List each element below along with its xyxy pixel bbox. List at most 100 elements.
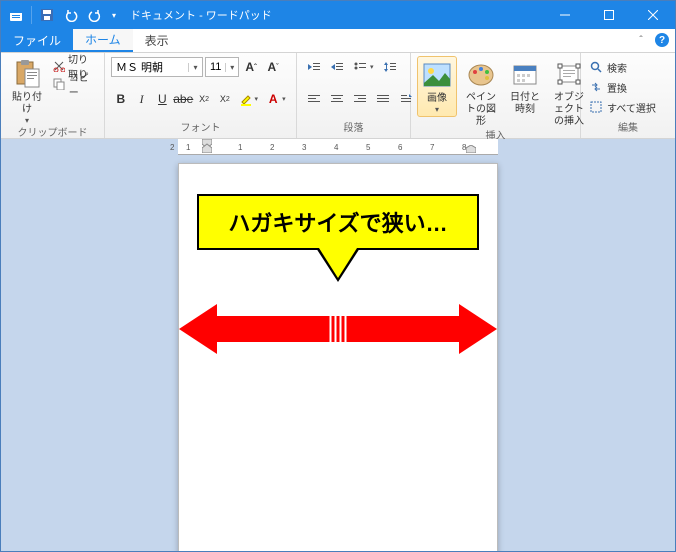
title-bar: ▾ ドキュメント - ワードパッド: [1, 1, 675, 29]
redo-icon[interactable]: [84, 4, 106, 26]
ruler-number: 2: [170, 143, 174, 152]
select-all-icon: [589, 100, 603, 114]
paste-label: 貼り付け: [11, 92, 43, 116]
double-arrow-shape[interactable]: [179, 304, 497, 354]
align-center-button[interactable]: [326, 89, 348, 109]
paragraph-group: ▾ 段落: [297, 53, 411, 138]
right-indent-marker-icon[interactable]: [466, 145, 476, 153]
font-group-label: フォント: [111, 122, 290, 138]
cut-icon: [53, 59, 65, 73]
indent-marker-icon[interactable]: [202, 139, 212, 153]
window-title: ドキュメント - ワードパッド: [130, 7, 543, 23]
insert-image-button[interactable]: 画像 ▾: [417, 56, 457, 117]
ruler-scale: 1 2 1 2 3 4 5 6 7 8: [178, 139, 498, 154]
ribbon-minimize-icon[interactable]: ˆ: [631, 29, 651, 52]
clipboard-group: 貼り付け ▾ 切り取り コピー クリップボード: [1, 53, 105, 138]
document-workspace: 1 2 1 2 3 4 5 6 7 8 ハガキサイズで狭い…: [1, 139, 675, 551]
insert-image-label: 画像: [427, 93, 447, 105]
ruler-number: 3: [302, 143, 306, 152]
quick-access-toolbar: ▾: [1, 4, 124, 26]
line-spacing-button[interactable]: [379, 57, 401, 77]
select-all-button[interactable]: すべて選択: [587, 98, 658, 116]
ruler-number: 7: [430, 143, 434, 152]
ruler-number: 2: [270, 143, 274, 152]
subscript-button[interactable]: X2: [194, 89, 214, 109]
font-size-combo[interactable]: 11 ▾: [205, 57, 239, 77]
paragraph-group-label: 段落: [303, 122, 404, 138]
callout-shape[interactable]: ハガキサイズで狭い…: [197, 194, 479, 250]
title-separator: -: [199, 10, 206, 22]
find-button[interactable]: 検索: [587, 58, 658, 76]
dropdown-icon: ▾: [188, 63, 202, 72]
calendar-icon: [509, 58, 541, 90]
paint-drawing-label: ペイントの図形: [465, 92, 497, 128]
horizontal-ruler[interactable]: 1 2 1 2 3 4 5 6 7 8: [178, 139, 498, 155]
replace-button[interactable]: 置換: [587, 78, 658, 96]
view-tab[interactable]: 表示: [133, 29, 181, 52]
paint-drawing-button[interactable]: ペイントの図形: [461, 56, 501, 130]
font-color-button[interactable]: A: [263, 89, 283, 109]
minimize-button[interactable]: [543, 1, 587, 29]
close-button[interactable]: [631, 1, 675, 29]
save-icon[interactable]: [36, 4, 58, 26]
qat-separator: [31, 6, 32, 24]
align-right-button[interactable]: [349, 89, 371, 109]
font-name-combo[interactable]: ＭＳ 明朝 ▾: [111, 57, 203, 77]
align-justify-button[interactable]: [372, 89, 394, 109]
superscript-button[interactable]: X2: [215, 89, 235, 109]
tabs-spacer: [181, 29, 631, 52]
italic-button[interactable]: I: [132, 89, 152, 109]
file-tab[interactable]: ファイル: [1, 29, 73, 52]
underline-button[interactable]: U: [153, 89, 173, 109]
font-size-value: 11: [206, 61, 225, 73]
datetime-label: 日付と時刻: [509, 92, 541, 116]
copy-icon: [53, 77, 66, 91]
editing-group-label: 編集: [587, 122, 669, 138]
shrink-font-button[interactable]: Aˇ: [263, 57, 283, 77]
find-label: 検索: [607, 60, 627, 75]
ribbon: 貼り付け ▾ 切り取り コピー クリップボード ＭＳ 明朝 ▾: [1, 53, 675, 139]
search-icon: [589, 60, 603, 74]
ribbon-tabs: ファイル ホーム 表示 ˆ ?: [1, 29, 675, 53]
insert-group: 画像 ▾ ペイントの図形 日付と時刻 オブジェクトの挿入 挿入: [411, 53, 581, 138]
arrow-head-left: [179, 304, 217, 354]
image-icon: [421, 59, 453, 91]
document-name: ドキュメント: [130, 10, 196, 22]
bold-button[interactable]: B: [111, 89, 131, 109]
callout-text: ハガキサイズで狭い…: [197, 194, 479, 250]
app-menu-icon[interactable]: [5, 4, 27, 26]
arrow-head-right: [459, 304, 497, 354]
bullet-list-button[interactable]: [349, 57, 371, 77]
paste-icon: [11, 58, 43, 90]
paste-button[interactable]: 貼り付け ▾: [7, 56, 47, 127]
copy-button[interactable]: コピー: [51, 76, 98, 92]
align-left-button[interactable]: [303, 89, 325, 109]
font-group: ＭＳ 明朝 ▾ 11 ▾ Aˆ Aˇ B I U abe X2 X2 ▾ A: [105, 53, 297, 138]
datetime-button[interactable]: 日付と時刻: [505, 56, 545, 118]
help-icon: ?: [655, 33, 669, 47]
editing-group: 検索 置換 すべて選択 編集: [581, 53, 675, 138]
document-page[interactable]: ハガキサイズで狭い…: [178, 163, 498, 551]
help-button[interactable]: ?: [651, 29, 673, 51]
qat-customize-icon[interactable]: ▾: [108, 11, 120, 20]
ruler-number: 4: [334, 143, 338, 152]
ruler-number: 1: [186, 143, 190, 152]
dropdown-icon[interactable]: ▾: [255, 95, 263, 103]
maximize-button[interactable]: [587, 1, 631, 29]
grow-font-button[interactable]: Aˆ: [241, 57, 261, 77]
home-tab[interactable]: ホーム: [73, 29, 133, 52]
decrease-indent-button[interactable]: [303, 57, 325, 77]
undo-icon[interactable]: [60, 4, 82, 26]
app-name: ワードパッド: [206, 10, 272, 22]
ruler-number: 1: [238, 143, 242, 152]
window-controls: [543, 1, 675, 29]
paste-dropdown-icon: ▾: [25, 116, 29, 125]
font-name-value: ＭＳ 明朝: [112, 59, 188, 75]
dropdown-icon[interactable]: ▾: [370, 63, 378, 71]
strikethrough-button[interactable]: abe: [173, 89, 193, 109]
callout-tail-fill: [319, 248, 357, 278]
highlight-button[interactable]: [236, 89, 256, 109]
increase-indent-button[interactable]: [326, 57, 348, 77]
dropdown-icon[interactable]: ▾: [282, 95, 290, 103]
copy-label: コピー: [69, 69, 96, 99]
